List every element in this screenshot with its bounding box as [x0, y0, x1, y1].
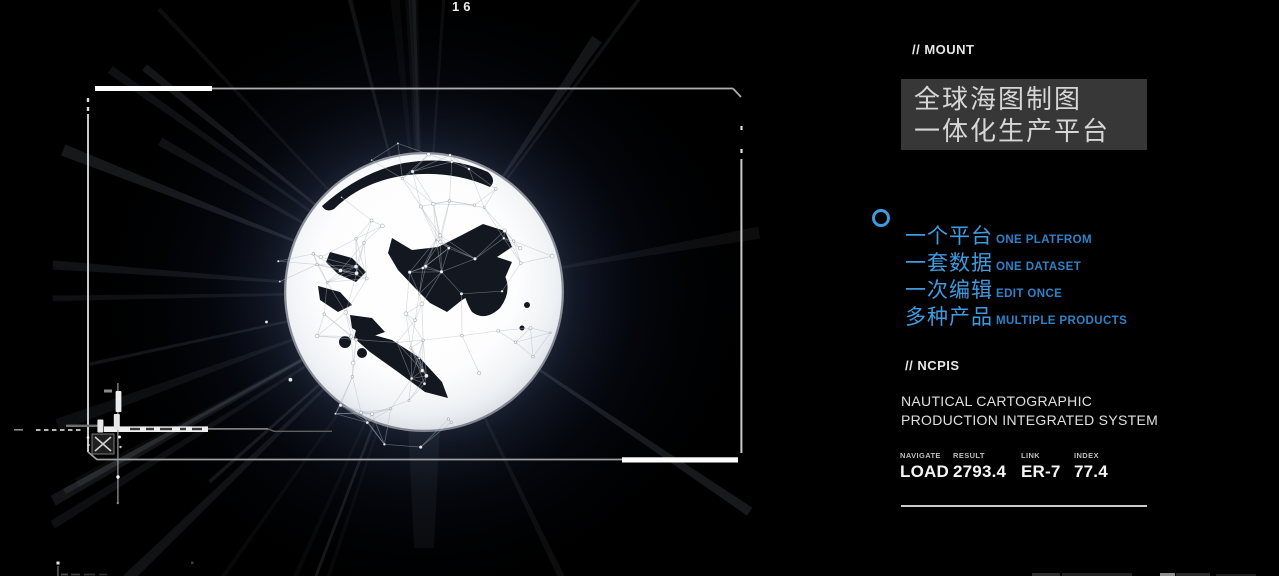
system-name: NAUTICAL CARTOGRAPHIC PRODUCTION INTEGRA… — [901, 392, 1158, 429]
feature-en: ONE PLATFROM — [996, 234, 1092, 246]
feature-zh: 一套数据 — [905, 252, 993, 275]
x-marker-box — [92, 434, 114, 454]
title-line-2: 一体化生产平台 — [914, 115, 1147, 147]
stat-link: LINK ER-7 — [1021, 451, 1074, 482]
title-line-1: 全球海图制图 — [914, 83, 1147, 115]
mount-section-label: // MOUNT — [912, 42, 975, 57]
ncpis-section-label: // NCPIS — [905, 358, 960, 373]
title-box: 全球海图制图 一体化生产平台 — [901, 79, 1147, 150]
feature-zh: 一次编辑 — [905, 279, 993, 302]
feature-zh: 多种产品 — [905, 306, 993, 329]
panel-divider — [901, 505, 1147, 507]
stat-index: INDEX 77.4 — [1074, 451, 1108, 482]
presentation-frame: 16 // MOUNT 全球海图制图 一体化生产平台 一个平台ONE PLATF… — [0, 0, 1279, 576]
ring-bullet-icon — [872, 209, 890, 227]
feature-en: MULTIPLE PRODUCTS — [996, 315, 1127, 327]
feature-en: ONE DATASET — [996, 261, 1081, 273]
stat-navigate: NAVIGATE LOAD — [900, 451, 953, 482]
system-name-line-2: PRODUCTION INTEGRATED SYSTEM — [901, 411, 1158, 430]
bottom-edge-marks — [57, 562, 1257, 576]
feature-item-one-dataset: 一套数据ONE DATASET — [905, 250, 1127, 277]
stats-row: NAVIGATE LOAD RESULT 2793.4 LINK ER-7 IN… — [900, 451, 1108, 482]
feature-item-one-platform: 一个平台ONE PLATFROM — [905, 223, 1127, 250]
stat-result: RESULT 2793.4 — [953, 451, 1021, 482]
frame-counter: 16 — [452, 0, 474, 14]
system-name-line-1: NAUTICAL CARTOGRAPHIC — [901, 392, 1158, 411]
feature-zh: 一个平台 — [905, 225, 993, 248]
feature-item-multiple-products: 多种产品MULTIPLE PRODUCTS — [905, 304, 1127, 331]
feature-list: 一个平台ONE PLATFROM 一套数据ONE DATASET 一次编辑EDI… — [905, 223, 1127, 331]
feature-en: EDIT ONCE — [996, 288, 1062, 300]
feature-item-edit-once: 一次编辑EDIT ONCE — [905, 277, 1127, 304]
